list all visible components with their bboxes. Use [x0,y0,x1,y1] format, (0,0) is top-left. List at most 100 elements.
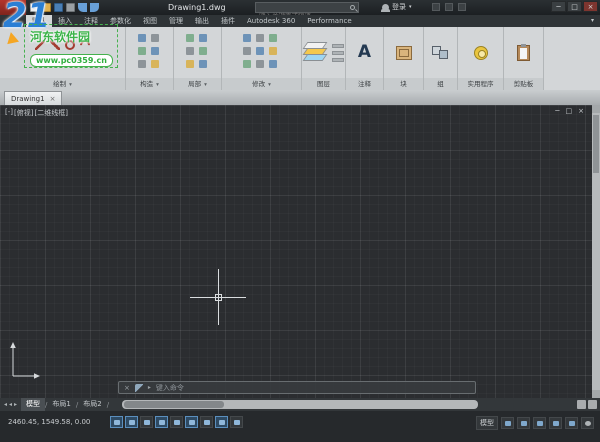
panel-label-modify[interactable]: 修改 ▾ [222,78,301,90]
panel-label-construct[interactable]: 构造 ▾ [126,78,173,90]
rotate-icon[interactable] [269,34,277,42]
viewport-view-control[interactable]: [俯视] [14,108,33,118]
close-icon[interactable]: × [124,384,130,392]
panel-label-layers[interactable]: 图层 [302,78,345,90]
panel-label-annotation[interactable]: 注释 [346,78,383,90]
group-tools [424,27,457,78]
tool-icon[interactable] [198,34,207,42]
annotation-visibility-icon[interactable] [501,417,514,429]
doc-restore-button[interactable]: □ [566,107,573,115]
measure-icon[interactable] [473,45,488,60]
search-icon[interactable] [350,5,355,10]
viewport-menu-control[interactable]: [-] [5,108,13,118]
ribbon-collapse-icon[interactable]: ▾ [591,15,594,27]
stay-connected-icon[interactable] [445,3,453,11]
tool-icon[interactable] [185,60,194,68]
osnap-toggle[interactable] [185,416,198,428]
erase-icon[interactable] [243,60,251,68]
horizontal-scrollbar[interactable] [122,400,478,409]
vertical-scrollbar[interactable] [592,105,600,398]
ribbon-tab-view[interactable]: 视图 [137,15,163,27]
workspace-switch-icon[interactable] [549,417,562,429]
scale-icon[interactable] [256,60,264,68]
minimize-button[interactable]: ─ [551,1,566,12]
tool-icon[interactable] [137,34,146,42]
polar-tracking-toggle[interactable] [170,416,183,428]
customization-gear-icon[interactable] [581,417,594,429]
layoutbar-button[interactable] [588,400,597,409]
recent-commands-icon[interactable]: ▸ [148,384,151,391]
horizontal-scroll-thumb[interactable] [124,401,224,408]
tool-icon[interactable] [185,47,194,55]
help-icon[interactable] [458,3,466,11]
annotation-scale-icon[interactable] [533,417,546,429]
drawing-canvas[interactable]: [-] [俯视] [二维线框] ─ □ × × ▸ 键入命令 [0,105,600,398]
text-icon[interactable]: A [358,44,371,61]
tool-icon[interactable] [185,34,194,42]
tool-icon[interactable] [137,60,146,68]
copy-icon[interactable] [256,34,264,42]
tool-icon[interactable] [150,60,159,68]
layers-icon[interactable] [302,41,329,64]
chevron-down-icon: ▾ [156,82,159,88]
block-icon[interactable] [395,45,412,60]
restore-button[interactable]: □ [567,1,582,12]
panel-label-block[interactable]: 块 [384,78,423,90]
tab-layout1[interactable]: 布局1 [47,398,75,411]
viewport-style-control[interactable]: [二维线框] [34,108,67,118]
tool-icon[interactable] [150,47,159,55]
exchange-apps-icon[interactable] [432,3,440,11]
ribbon-tab-manage[interactable]: 管理 [163,15,189,27]
grid-toggle[interactable] [140,416,153,428]
model-space-button[interactable]: 模型 [476,416,498,430]
tab-layout2[interactable]: 布局2 [78,398,106,411]
next-layout-arrow-icon[interactable]: ▸ [14,401,17,408]
panel-label-clipboard[interactable]: 剪贴板 [504,78,543,90]
panel-label-utilities[interactable]: 实用程序 [458,78,503,90]
help-search-box[interactable] [255,2,359,21]
array-icon[interactable] [269,60,277,68]
autoscale-icon[interactable] [517,417,530,429]
file-tab-drawing1[interactable]: Drawing1 × [4,91,63,105]
dynamic-input-toggle[interactable] [215,416,228,428]
mirror-icon[interactable] [243,47,251,55]
tab-model[interactable]: 模型 [21,398,46,411]
scroll-down-arrow[interactable] [592,390,600,398]
infer-constraints-toggle[interactable] [110,416,123,428]
prev-layout-arrow-icon[interactable]: ◂ [9,401,12,408]
sign-in-button[interactable]: 登录 ▾ [381,2,412,12]
close-icon[interactable]: × [50,95,56,103]
vertical-scroll-thumb[interactable] [593,115,599,173]
snap-toggle[interactable] [125,416,138,428]
isolate-objects-icon[interactable] [565,417,578,429]
ribbon-tab-a360[interactable]: Autodesk 360 [241,15,301,27]
tool-icon[interactable] [137,47,146,55]
lineweight-toggle[interactable] [230,416,243,428]
command-line[interactable]: × ▸ 键入命令 [118,381,476,394]
panel-label-partial[interactable]: 局部 ▾ [174,78,221,90]
offset-icon[interactable] [269,47,277,55]
doc-minimize-button[interactable]: ─ [555,107,559,115]
close-button[interactable]: × [583,1,598,12]
command-prompt[interactable]: 键入命令 [156,383,184,393]
panel-label-group[interactable]: 组 [424,78,457,90]
layoutbar-button[interactable] [577,400,586,409]
wrench-icon[interactable] [134,383,143,392]
ribbon-panel-layers: 图层 [302,27,346,90]
first-layout-arrow-icon[interactable]: ◂ [4,401,7,408]
otrack-toggle[interactable] [200,416,213,428]
ortho-toggle[interactable] [155,416,168,428]
tool-icon[interactable] [198,60,207,68]
paste-icon[interactable] [517,43,530,61]
group-icon[interactable] [431,45,450,60]
layer-controls[interactable] [332,43,344,62]
ribbon-tab-output[interactable]: 输出 [189,15,215,27]
scroll-up-arrow[interactable] [592,105,600,113]
ribbon-tab-performance[interactable]: Performance [301,15,357,27]
tool-icon[interactable] [150,34,159,42]
ribbon-tab-addins[interactable]: 插件 [215,15,241,27]
doc-close-button[interactable]: × [578,107,584,115]
tool-icon[interactable] [198,47,207,55]
trim-icon[interactable] [256,47,264,55]
move-icon[interactable] [243,34,251,42]
